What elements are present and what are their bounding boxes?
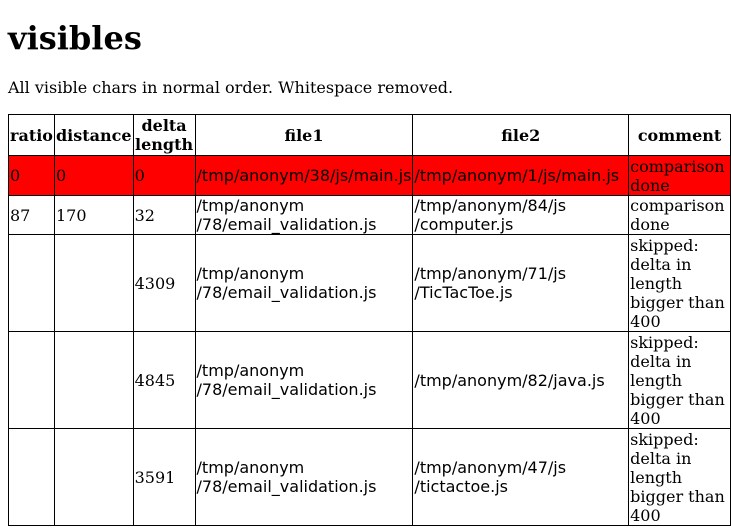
header-comment: comment bbox=[628, 114, 731, 156]
cell-delta-length: 3591 bbox=[132, 428, 196, 526]
cell-ratio: 0 bbox=[8, 155, 55, 196]
table-row: 4309/tmp/anonym /78/email_validation.js /… bbox=[8, 234, 731, 332]
cell-ratio: 87 bbox=[8, 195, 55, 235]
table-row: 0 0 0/tmp/anonym/38/js/main.js/tmp/anonym/… bbox=[8, 155, 731, 196]
cell-comment: skipped: delta in length bigger than 400 bbox=[628, 428, 731, 526]
cell-comment: skipped: delta in length bigger than 400 bbox=[628, 331, 731, 429]
cell-file1: /tmp/anonym /78/email_validation.js bbox=[194, 234, 414, 332]
cell-delta-length: 32 bbox=[132, 195, 196, 235]
cell-file2: /tmp/anonym/47/js /tictactoe.js bbox=[412, 428, 630, 526]
cell-distance: 0 bbox=[53, 155, 134, 196]
cell-comment: comparison done bbox=[628, 195, 731, 235]
cell-comment: skipped: delta in length bigger than 400 bbox=[628, 234, 731, 332]
page-subtitle: All visible chars in normal order. White… bbox=[8, 78, 454, 97]
cell-file1: /tmp/anonym /78/email_validation.js bbox=[194, 428, 414, 526]
table-row: 4845/tmp/anonym /78/email_validation.js /… bbox=[8, 331, 731, 429]
table-row: 3591/tmp/anonym /78/email_validation.js /… bbox=[8, 428, 731, 526]
header-ratio: ratio bbox=[8, 114, 55, 156]
cell-ratio bbox=[8, 234, 55, 332]
cell-distance bbox=[53, 331, 134, 429]
page-title: visibles bbox=[8, 19, 142, 57]
cell-ratio bbox=[8, 331, 55, 429]
table-row: 87 170 32/tmp/anonym /78/email_validation.… bbox=[8, 195, 731, 235]
cell-file1: /tmp/anonym /78/email_validation.js bbox=[194, 195, 414, 235]
header-delta-length: delta length bbox=[132, 114, 196, 156]
cell-delta-length: 4845 bbox=[132, 331, 196, 429]
cell-file1: /tmp/anonym /78/email_validation.js bbox=[194, 331, 414, 429]
header-file2: file2 bbox=[412, 114, 630, 156]
cell-file2: /tmp/anonym/84/js /computer.js bbox=[412, 195, 630, 235]
cell-delta-length: 0 bbox=[132, 155, 196, 196]
cell-distance: 170 bbox=[53, 195, 134, 235]
cell-distance bbox=[53, 428, 134, 526]
cell-file2: /tmp/anonym/71/js /TicTacToe.js bbox=[412, 234, 630, 332]
cell-comment: comparison done bbox=[628, 155, 731, 196]
table-body: 0 0 0/tmp/anonym/38/js/main.js/tmp/anonym/… bbox=[8, 155, 731, 526]
cell-file1: /tmp/anonym/38/js/main.js bbox=[194, 155, 414, 196]
cell-file2: /tmp/anonym/1/js/main.js bbox=[412, 155, 630, 196]
table-header-row: ratio distance delta length file1 file2 … bbox=[8, 114, 731, 156]
cell-ratio bbox=[8, 428, 55, 526]
header-distance: distance bbox=[53, 114, 134, 156]
cell-distance bbox=[53, 234, 134, 332]
cell-delta-length: 4309 bbox=[132, 234, 196, 332]
comparison-table: ratio distance delta length file1 file2 … bbox=[8, 114, 731, 526]
cell-file2: /tmp/anonym/82/java.js bbox=[412, 331, 630, 429]
header-file1: file1 bbox=[194, 114, 414, 156]
